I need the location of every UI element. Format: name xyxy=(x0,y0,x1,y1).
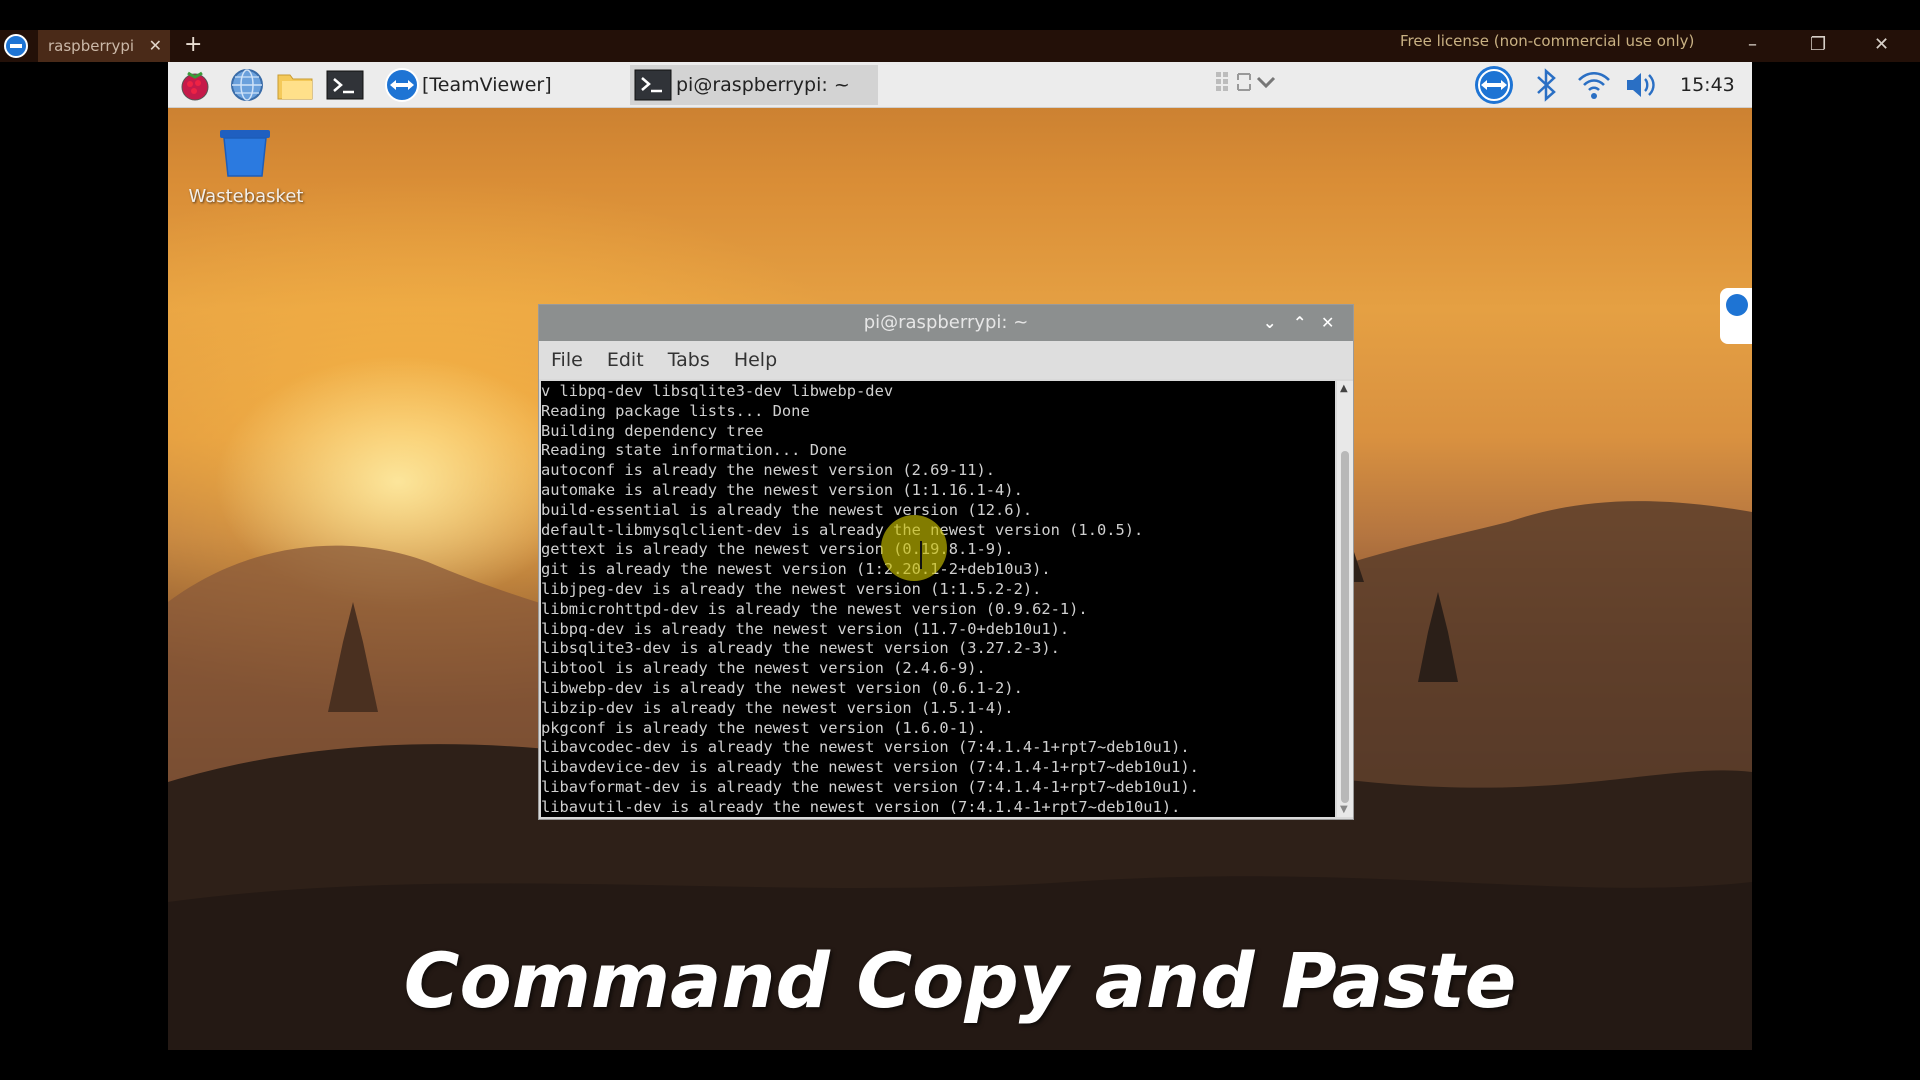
minimize-chevron-icon[interactable]: ⌄ xyxy=(1263,305,1276,341)
terminal-line: Building dependency tree xyxy=(541,421,764,440)
task-label: [TeamViewer] xyxy=(422,74,552,96)
task-teamviewer[interactable]: [TeamViewer] xyxy=(382,65,622,105)
terminal-line: Reading state information... Done xyxy=(541,441,847,460)
clock[interactable]: 15:43 xyxy=(1680,62,1735,108)
terminal-line: libavformat-dev is already the newest ve… xyxy=(541,777,1199,796)
file-manager-folder-icon[interactable] xyxy=(276,67,314,103)
raspberry-menu-icon[interactable] xyxy=(176,67,214,103)
wastebasket-label[interactable]: Wastebasket xyxy=(186,186,306,207)
restore-button[interactable]: ❐ xyxy=(1810,34,1826,55)
session-tab-label: raspberrypi xyxy=(48,37,135,55)
terminal-line: v libpq-dev libsqlite3-dev libwebp-dev xyxy=(541,382,894,400)
scroll-down-icon[interactable]: ▼ xyxy=(1340,804,1348,815)
terminal-line: libtool is already the newest version (2… xyxy=(541,659,986,678)
terminal-line: automake is already the newest version (… xyxy=(541,480,1023,499)
raspberry-pi-taskbar: [TeamViewer] pi@raspberrypi: ~ 15:43 xyxy=(168,62,1752,108)
mouse-click-highlight xyxy=(881,515,947,581)
terminal-icon xyxy=(634,69,672,101)
teamviewer-titlebar: raspberrypi ✕ + Free license (non-commer… xyxy=(0,30,1920,62)
terminal-line: autoconf is already the newest version (… xyxy=(541,461,996,480)
terminal-window: pi@raspberrypi: ~ ⌄ ⌃ ✕ File Edit Tabs H… xyxy=(538,304,1354,820)
terminal-line: libpq-dev is already the newest version … xyxy=(541,619,1070,638)
text-cursor-icon xyxy=(920,541,924,569)
task-label: pi@raspberrypi: ~ xyxy=(676,74,850,96)
terminal-line: build-essential is already the newest ve… xyxy=(541,500,1033,519)
menu-tabs[interactable]: Tabs xyxy=(668,341,710,379)
terminal-line: libsqlite3-dev is already the newest ver… xyxy=(541,639,1060,658)
volume-icon[interactable] xyxy=(1624,70,1658,100)
terminal-line: libwebp-dev is already the newest versio… xyxy=(541,678,1023,697)
teamviewer-icon xyxy=(385,68,419,102)
close-icon[interactable]: ✕ xyxy=(1321,305,1334,341)
minimize-button[interactable]: – xyxy=(1748,34,1757,55)
scrollbar-thumb[interactable] xyxy=(1341,451,1349,803)
terminal-line: libzip-dev is already the newest version… xyxy=(541,698,1014,717)
menu-help[interactable]: Help xyxy=(734,341,777,379)
terminal-output[interactable]: v libpq-dev libsqlite3-dev libwebp-dev Re… xyxy=(541,381,1335,817)
teamviewer-tray-icon[interactable] xyxy=(1472,64,1516,106)
terminal-titlebar[interactable]: pi@raspberrypi: ~ ⌄ ⌃ ✕ xyxy=(539,305,1353,341)
task-terminal[interactable]: pi@raspberrypi: ~ xyxy=(630,65,878,105)
close-window-button[interactable]: ✕ xyxy=(1874,34,1889,55)
terminal-menubar: File Edit Tabs Help xyxy=(539,341,1353,379)
menu-file[interactable]: File xyxy=(551,341,583,379)
terminal-title: pi@raspberrypi: ~ xyxy=(863,312,1029,333)
terminal-line: pkgconf is already the newest version (1… xyxy=(541,718,986,737)
license-notice: Free license (non-commercial use only) xyxy=(1400,32,1695,50)
teamviewer-side-panel-icon[interactable] xyxy=(1720,288,1752,344)
wastebasket-icon[interactable] xyxy=(218,128,272,178)
video-caption: Command Copy and Paste xyxy=(403,936,1517,1025)
terminal-launcher-icon[interactable] xyxy=(326,67,364,103)
add-tab-button[interactable]: + xyxy=(184,32,202,57)
bluetooth-icon[interactable] xyxy=(1532,68,1560,102)
terminal-line: Reading package lists... Done xyxy=(541,401,810,420)
terminal-line: libavdevice-dev is already the newest ve… xyxy=(541,758,1199,777)
wifi-icon[interactable] xyxy=(1576,68,1612,102)
teamviewer-logo-icon[interactable] xyxy=(4,34,28,58)
terminal-line: libmicrohttpd-dev is already the newest … xyxy=(541,599,1088,618)
workspace-switcher-icon[interactable] xyxy=(1214,68,1280,98)
remote-desktop[interactable]: [TeamViewer] pi@raspberrypi: ~ 15:43 Was… xyxy=(168,62,1752,1050)
terminal-line: libjpeg-dev is already the newest versio… xyxy=(541,579,1042,598)
session-tab[interactable]: raspberrypi ✕ xyxy=(38,30,170,62)
menu-edit[interactable]: Edit xyxy=(607,341,644,379)
browser-globe-icon[interactable] xyxy=(228,67,266,103)
close-tab-icon[interactable]: ✕ xyxy=(149,30,162,62)
terminal-scrollbar[interactable]: ▲ ▼ xyxy=(1337,381,1353,817)
scroll-up-icon[interactable]: ▲ xyxy=(1340,383,1348,394)
terminal-line: libavutil-dev is already the newest vers… xyxy=(541,797,1181,816)
terminal-line: libavcodec-dev is already the newest ver… xyxy=(541,738,1190,757)
maximize-chevron-icon[interactable]: ⌃ xyxy=(1293,305,1306,341)
